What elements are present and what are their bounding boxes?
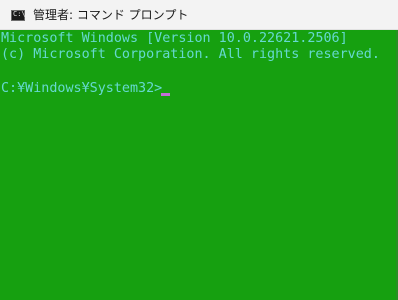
- window-title: 管理者: コマンド プロンプト: [33, 8, 189, 22]
- command-prompt-icon[interactable]: C:\: [11, 10, 26, 21]
- console-line-copyright: (c) Microsoft Corporation. All rights re…: [1, 47, 380, 62]
- console-area[interactable]: Microsoft Windows [Version 10.0.22621.25…: [0, 30, 398, 300]
- console-prompt: C:¥Windows¥System32>: [1, 81, 163, 96]
- text-cursor: [161, 93, 170, 96]
- console-line-version: Microsoft Windows [Version 10.0.22621.25…: [1, 31, 348, 46]
- title-bar[interactable]: C:\ 管理者: コマンド プロンプト: [0, 0, 398, 30]
- command-prompt-icon-glyph: C:\: [13, 10, 26, 18]
- command-prompt-window: C:\ 管理者: コマンド プロンプト Microsoft Windows [V…: [0, 0, 398, 300]
